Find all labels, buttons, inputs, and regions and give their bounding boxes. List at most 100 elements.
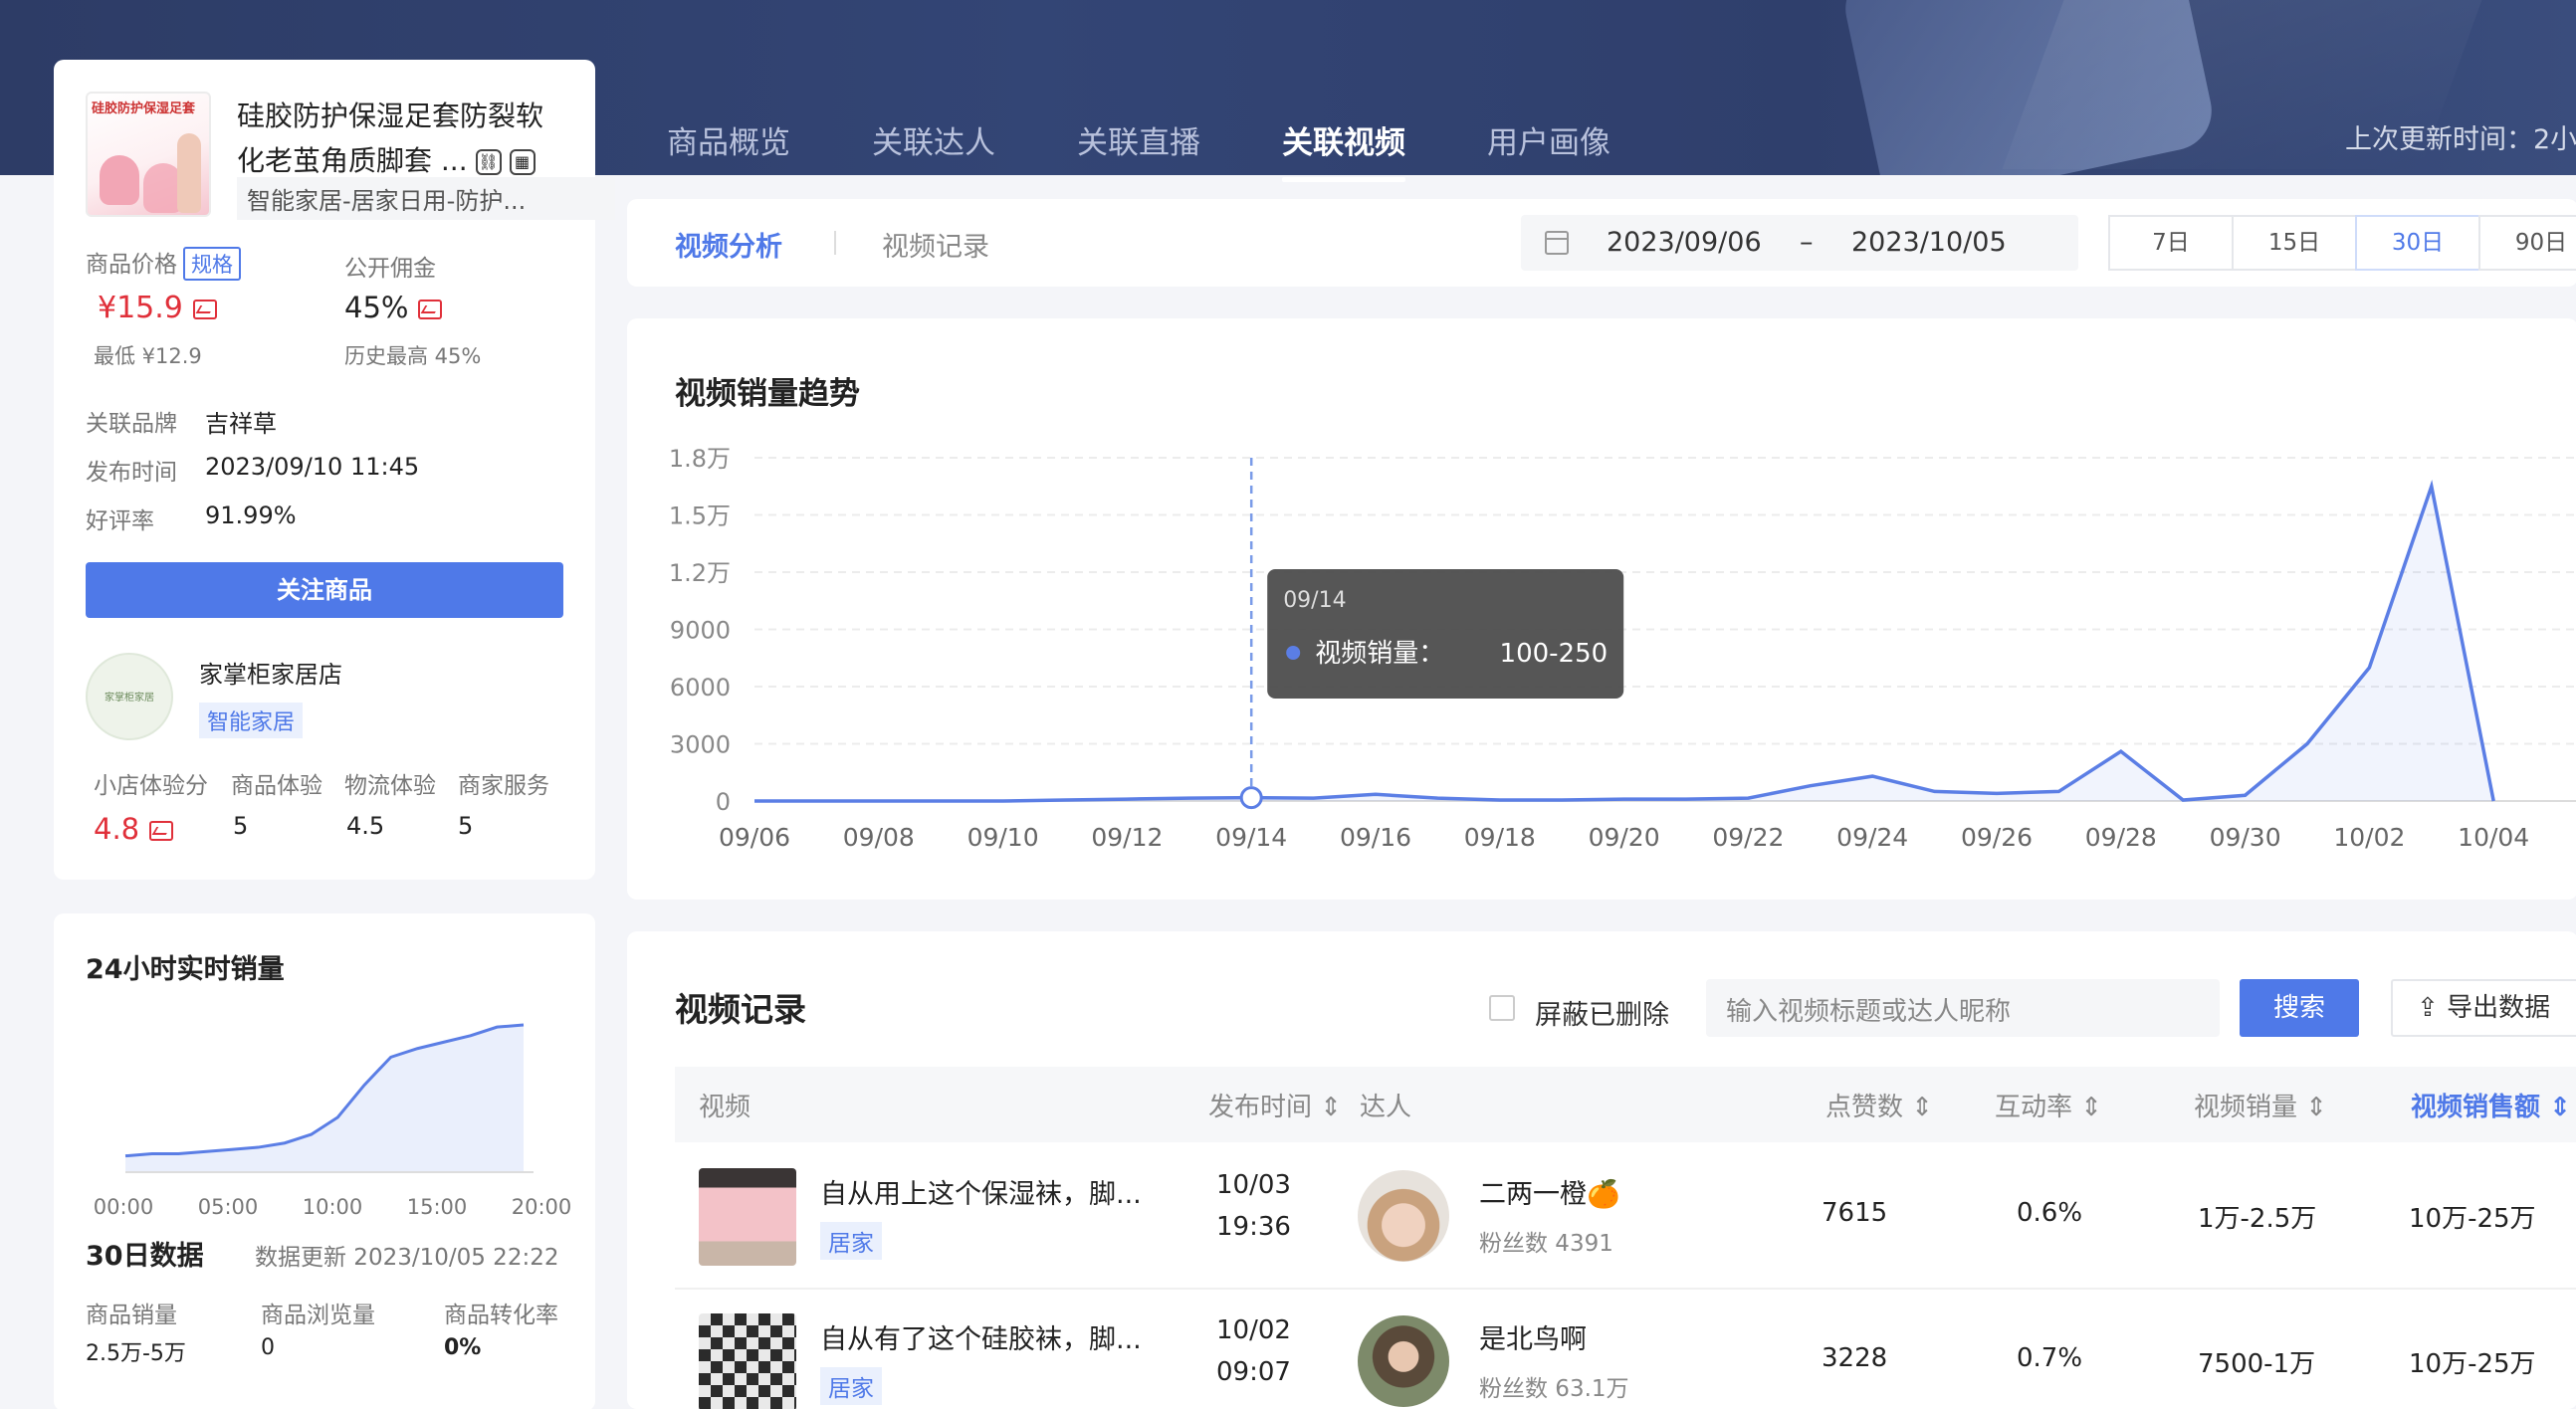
qrcode-icon[interactable]: ▦	[509, 149, 536, 175]
link-icon[interactable]: ⛓	[475, 149, 502, 175]
realtime-tick-label: 20:00	[512, 1195, 572, 1219]
search-input[interactable]: 输入视频标题或达人昵称	[1706, 979, 2220, 1037]
influencer-name[interactable]: 是北鸟啊	[1479, 1317, 1587, 1356]
publish-value: 2023/09/10 11:45	[205, 453, 420, 481]
tab-related-influencers[interactable]: 关联达人	[872, 117, 995, 174]
video-thumbnail[interactable]	[699, 1168, 796, 1266]
table-row[interactable]: 自从用上这个保湿袜，脚... 居家 10/03 19:36 二两一橙🍊 粉丝数 …	[675, 1144, 2576, 1290]
trend-chart[interactable]: 0 3000 6000 9000 1.2万 1.5万 1.8万 09/06 09/08 09/10…	[627, 318, 2576, 900]
hide-deleted-label[interactable]: 屏蔽已删除	[1535, 993, 1669, 1032]
video-title[interactable]: 自从用上这个保湿袜，脚...	[820, 1172, 1142, 1211]
video-records-card: 视频记录 屏蔽已删除 输入视频标题或达人昵称 搜索 ⇪ 导出数据 视频 发布时间…	[627, 931, 2576, 1409]
col-publish-time[interactable]: 发布时间 ⇕	[1208, 1087, 1342, 1123]
range-90d[interactable]: 90日	[2478, 215, 2576, 271]
main-nav: 商品概览 关联达人 关联直播 关联视频 用户画像	[667, 117, 1692, 182]
sales-value: 7500-1万	[2198, 1349, 2316, 1379]
col-interaction-rate[interactable]: 互动率 ⇕	[1995, 1087, 2102, 1123]
video-title[interactable]: 自从有了这个硅胶袜，脚...	[820, 1317, 1142, 1356]
realtime-sales-chart[interactable]: 00:00 05:00 10:00 15:00 20:00	[54, 1003, 595, 1222]
logistics-exp-label: 物流体验	[344, 773, 436, 799]
x-tick-label: 09/18	[1464, 823, 1536, 852]
export-button[interactable]: ⇪ 导出数据	[2391, 979, 2576, 1037]
influencer-name[interactable]: 二两一橙🍊	[1479, 1172, 1620, 1211]
shop-name[interactable]: 家掌柜家居店	[199, 655, 342, 690]
price-min: 最低 ¥12.9	[94, 344, 202, 368]
thumbnail-caption: 硅胶防护保湿足套	[92, 101, 196, 116]
hide-deleted-checkbox[interactable]	[1489, 995, 1515, 1021]
x-tick-label: 09/06	[719, 823, 790, 852]
series-area	[754, 486, 2494, 801]
sales-value: 2.5万-5万	[86, 1341, 186, 1366]
tooltip-date: 09/14	[1283, 588, 1346, 613]
publish-time: 09:07	[1216, 1357, 1291, 1387]
avatar[interactable]	[1358, 1170, 1449, 1262]
sort-icon: ⇕	[2072, 1093, 2103, 1122]
data30-update: 数据更新 2023/10/05 22:22	[255, 1245, 559, 1271]
shop-tag: 智能家居	[199, 703, 304, 738]
date-range-picker[interactable]: 2023/09/06 – 2023/10/05	[1521, 215, 2078, 271]
y-tick-label: 1.2万	[669, 559, 731, 587]
search-button[interactable]: 搜索	[2240, 979, 2359, 1037]
shop-score-trend-icon[interactable]	[149, 821, 174, 841]
realtime-tick-label: 05:00	[198, 1195, 259, 1219]
price-trend-icon[interactable]	[192, 299, 217, 319]
shop-logo[interactable]: 家掌柜家居	[86, 653, 173, 740]
tab-separator	[834, 231, 836, 255]
product-category: 智能家居-居家日用-防护...	[237, 177, 615, 220]
influencer-fans: 粉丝数 63.1万	[1479, 1376, 1629, 1402]
date-end: 2023/10/05	[1851, 227, 2007, 258]
views-value: 0	[261, 1335, 275, 1360]
range-7d[interactable]: 7日	[2108, 215, 2234, 271]
y-tick-label: 1.5万	[669, 503, 731, 530]
table-row[interactable]: 自从有了这个硅胶袜，脚... 居家 10/02 09:07 是北鸟啊 粉丝数 6…	[675, 1290, 2576, 1409]
conversion-value: 0%	[444, 1335, 482, 1360]
date-start: 2023/09/06	[1607, 227, 1762, 258]
tab-user-profile[interactable]: 用户画像	[1487, 117, 1610, 174]
video-thumbnail[interactable]	[699, 1313, 796, 1409]
rating-value: 91.99%	[205, 502, 297, 529]
tab-related-live[interactable]: 关联直播	[1077, 117, 1200, 174]
tab-video-analysis[interactable]: 视频分析	[675, 225, 782, 264]
service-label: 商家服务	[458, 773, 549, 799]
range-15d[interactable]: 15日	[2232, 215, 2357, 271]
realtime-sales-card: 24小时实时销量 00:00 05:00 10:00 15:00 20:00 30日数据…	[54, 913, 595, 1409]
commission-trend-icon[interactable]	[418, 300, 443, 319]
sales-value: 1万-2.5万	[2198, 1204, 2317, 1234]
price-label: 商品价格 规格	[86, 245, 241, 281]
commission-label: 公开佣金	[344, 256, 436, 282]
likes-value: 7615	[1822, 1198, 1888, 1228]
table-header: 视频 发布时间 ⇕ 达人 点赞数 ⇕ 互动率 ⇕ 视频销量 ⇕ 视频销售额 ⇕	[675, 1067, 2576, 1142]
tab-product-overview[interactable]: 商品概览	[667, 117, 790, 174]
product-thumbnail[interactable]: 硅胶防护保湿足套	[86, 92, 211, 217]
last-update-time: 上次更新时间：2小	[2345, 124, 2576, 155]
col-likes[interactable]: 点赞数 ⇕	[1825, 1087, 1933, 1123]
follow-product-button[interactable]: 关注商品	[86, 562, 563, 618]
tooltip-value: 100-250	[1500, 639, 1609, 669]
tab-related-videos[interactable]: 关联视频	[1282, 117, 1405, 182]
product-price: ¥15.9	[98, 291, 217, 325]
sort-icon: ⇕	[1903, 1093, 1934, 1122]
revenue-value: 10万-25万	[2409, 1349, 2536, 1379]
spec-tag[interactable]: 规格	[183, 247, 241, 281]
realtime-title: 24小时实时销量	[86, 954, 285, 985]
realtime-area	[125, 1025, 524, 1172]
avatar[interactable]	[1358, 1315, 1449, 1407]
product-title[interactable]: 硅胶防护保湿足套防裂软 化老茧角质脚套 ... ⛓ ▦	[237, 94, 575, 183]
shop-score-value: 4.8	[94, 812, 174, 846]
x-tick-label: 09/10	[967, 823, 1039, 852]
x-tick-label: 09/30	[2210, 823, 2281, 852]
thumb-leg-image	[177, 133, 201, 213]
brand-label: 关联品牌	[86, 411, 177, 437]
publish-date: 10/02	[1216, 1315, 1291, 1345]
hover-point	[1239, 786, 1263, 810]
range-30d[interactable]: 30日	[2355, 215, 2480, 271]
sales-label: 商品销量	[86, 1303, 177, 1328]
upload-icon: ⇪	[2417, 993, 2448, 1023]
product-info-card: 硅胶防护保湿足套 硅胶防护保湿足套防裂软 化老茧角质脚套 ... ⛓ ▦ 智能家居-…	[54, 60, 615, 880]
x-tick-label: 09/26	[1961, 823, 2033, 852]
brand-value[interactable]: 吉祥草	[205, 404, 277, 439]
col-video-sales[interactable]: 视频销量 ⇕	[2194, 1087, 2327, 1123]
realtime-tick-label: 00:00	[94, 1195, 154, 1219]
tab-video-records[interactable]: 视频记录	[882, 225, 989, 264]
col-video-revenue[interactable]: 视频销售额 ⇕	[2411, 1087, 2571, 1123]
